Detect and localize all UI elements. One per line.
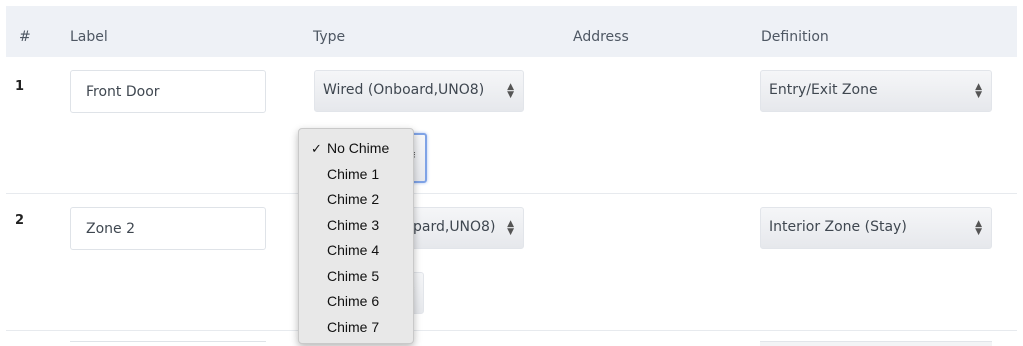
chime-option[interactable]: Chime 7 (299, 315, 413, 341)
zone-definition-value: Interior Zone (Stay) (769, 219, 907, 235)
zone-label-input[interactable]: Front Door (70, 70, 266, 113)
zone-label-input[interactable] (70, 341, 266, 346)
row-number: 1 (15, 79, 25, 94)
chime-option[interactable]: Chime 5 (299, 264, 413, 290)
zone-type-value: Wired (Onboard,UNO8) (323, 82, 485, 98)
chime-option[interactable]: ✓ No Chime (299, 136, 413, 162)
chime-option[interactable]: Chime 2 (299, 187, 413, 213)
zone-label-value: Front Door (86, 84, 160, 100)
row-divider (6, 330, 1017, 331)
header-address: Address (573, 29, 629, 45)
zone-label-input[interactable]: Zone 2 (70, 207, 266, 250)
header-number: # (19, 29, 31, 45)
chime-option[interactable]: Chime 6 (299, 289, 413, 315)
header-label: Label (70, 29, 108, 45)
checkmark-icon: ✓ (311, 141, 322, 156)
zone-label-value: Zone 2 (86, 221, 135, 237)
select-arrows-icon: ▲ ▼ (507, 82, 514, 100)
row-number: 2 (15, 213, 25, 228)
chime-option[interactable]: Chime 3 (299, 213, 413, 239)
zone-definition-select[interactable]: Interior Zone (Stay) ▲ ▼ (760, 207, 992, 249)
table-header: # Label Type Address Definition (6, 6, 1017, 57)
chime-option[interactable]: Chime 1 (299, 162, 413, 188)
chime-dropdown-menu: ✓ No Chime Chime 1 Chime 2 Chime 3 Chime… (298, 128, 414, 344)
select-arrows-icon: ▲ ▼ (507, 219, 514, 237)
zone-definition-value: Entry/Exit Zone (769, 82, 878, 98)
header-definition: Definition (761, 29, 829, 45)
select-arrows-icon: ▲ ▼ (975, 219, 982, 237)
zone-definition-select[interactable]: Entry/Exit Zone ▲ ▼ (760, 70, 992, 112)
zone-definition-select[interactable] (760, 341, 992, 346)
header-type: Type (313, 29, 346, 45)
zone-type-value: pard,UNO8) (413, 219, 496, 235)
chime-option[interactable]: Chime 4 (299, 238, 413, 264)
zone-type-select[interactable]: Wired (Onboard,UNO8) ▲ ▼ (314, 70, 524, 112)
row-divider (6, 193, 1017, 194)
select-arrows-icon: ▲ ▼ (975, 82, 982, 100)
